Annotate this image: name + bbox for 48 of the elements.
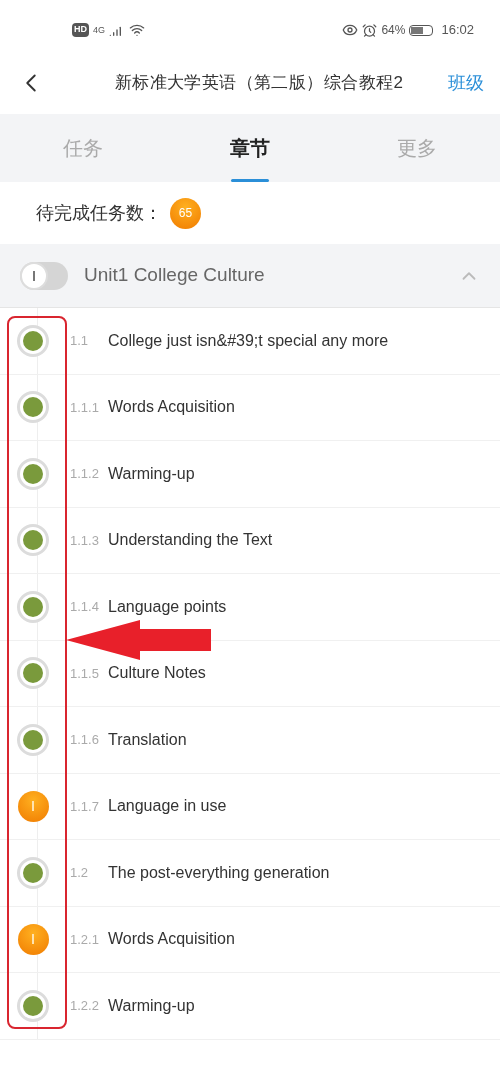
arrow-icon bbox=[66, 620, 212, 660]
hd-indicator: HD bbox=[72, 23, 89, 37]
pending-count-badge: 65 bbox=[170, 197, 201, 229]
wifi-icon bbox=[129, 22, 145, 38]
lesson-number: 1.1.3 bbox=[70, 531, 100, 550]
lesson-number: 1.2.2 bbox=[70, 997, 100, 1015]
lesson-row[interactable]: 1.1.2 Warming-up bbox=[0, 441, 500, 508]
unit-header[interactable]: Unit1 College Culture bbox=[0, 244, 500, 308]
page-title: 新标准大学英语（第二版）综合教程2 bbox=[113, 72, 405, 95]
lesson-title: College just isn&#39;t special any more bbox=[108, 330, 389, 351]
lesson-title: Language points bbox=[108, 596, 227, 617]
lesson-row[interactable]: 1.2.1 Words Acquisition bbox=[0, 906, 500, 973]
lesson-row[interactable]: 1.1.6 Translation bbox=[0, 707, 500, 774]
battery-icon bbox=[409, 24, 434, 36]
lesson-title: The post-everything generation bbox=[108, 862, 330, 883]
pending-label: 待完成任务数： bbox=[36, 201, 162, 225]
lesson-number: 1.1.5 bbox=[70, 664, 100, 683]
lesson-number: 1.2.1 bbox=[70, 930, 100, 949]
lesson-row[interactable]: 1.1.1 Words Acquisition bbox=[0, 374, 500, 441]
lesson-title: Language in use bbox=[108, 796, 227, 817]
unit-toggle-icon bbox=[20, 261, 68, 290]
class-link[interactable]: 班级 bbox=[448, 69, 484, 97]
lesson-number: 1.1.2 bbox=[70, 465, 100, 483]
eye-icon bbox=[342, 22, 359, 38]
lesson-number: 1.1 bbox=[70, 332, 90, 350]
lesson-title: Words Acquisition bbox=[108, 929, 235, 950]
lesson-title: Translation bbox=[108, 729, 187, 750]
lesson-number: 1.1.4 bbox=[70, 598, 100, 616]
lesson-row[interactable]: 1.2 The post-everything generation bbox=[0, 840, 500, 907]
lesson-number: 1.1.1 bbox=[70, 398, 100, 417]
lesson-title: Warming-up bbox=[108, 995, 195, 1016]
lesson-number: 1.2 bbox=[70, 864, 90, 882]
network-label: 4G bbox=[93, 25, 105, 35]
lesson-number: 1.1.6 bbox=[70, 731, 100, 749]
alarm-icon bbox=[362, 22, 378, 38]
lesson-row[interactable]: 1.1.7 Language in use bbox=[0, 773, 500, 840]
battery-percentage: 64% bbox=[381, 22, 406, 39]
lesson-title: Understanding the Text bbox=[108, 530, 273, 551]
lesson-row[interactable]: 1.1.3 Understanding the Text bbox=[0, 507, 500, 574]
lesson-row[interactable]: 1.2.2 Warming-up bbox=[0, 973, 500, 1040]
unit-title: Unit1 College Culture bbox=[84, 263, 266, 288]
lesson-title: Words Acquisition bbox=[108, 397, 235, 418]
lesson-row[interactable]: 1.1 College just isn&#39;t special any more bbox=[0, 308, 500, 375]
lesson-title: Warming-up bbox=[108, 463, 195, 484]
lesson-number: 1.1.7 bbox=[70, 797, 100, 816]
tab[interactable]: 章节 bbox=[166, 114, 334, 182]
lesson-title: Culture Notes bbox=[108, 663, 206, 684]
clock-time: 16:02 bbox=[441, 21, 474, 40]
